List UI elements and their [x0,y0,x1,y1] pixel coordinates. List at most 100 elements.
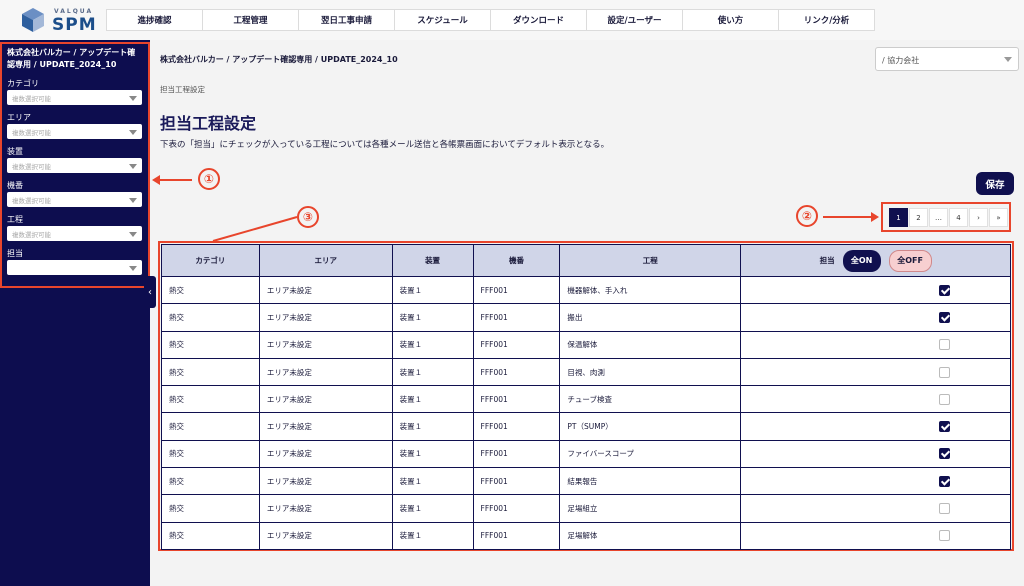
caret-down-icon [129,266,137,271]
filter-select-device[interactable]: 複数選択可能 [7,158,142,173]
table-row: 熱交 エリア未設定 装置１ FFF001 PT（SUMP） [161,412,1011,441]
assignee-header-label: 担当 [819,256,835,265]
assignee-checkbox[interactable] [939,448,951,460]
cell-area: エリア未設定 [258,331,393,359]
cell-category: 熱交 [161,331,260,359]
table-row: 熱交 エリア未設定 装置１ FFF001 機器解体、手入れ [161,276,1011,305]
column-header-category: カテゴリ [161,244,260,277]
column-header-assignee: 担当 全ON 全OFF [740,244,1011,277]
nav-item-process-management[interactable]: 工程管理 [203,10,299,30]
partner-company-select[interactable]: / 協力会社 [875,47,1019,71]
assignee-checkbox[interactable] [939,530,951,542]
partner-select-value: / 協力会社 [882,56,920,65]
cell-assignee [740,385,1011,414]
sub-breadcrumb: 担当工程設定 [160,85,205,94]
annotation-marker-2: ② [796,205,818,227]
assignee-checkbox[interactable] [939,311,951,323]
cell-machine: FFF001 [472,494,561,523]
caret-down-icon [129,164,137,169]
page-description: 下表の「担当」にチェックが入っている工程については各種メール送信と各帳票画面にお… [160,140,610,150]
sidebar-collapse-toggle[interactable]: ‹ [144,276,156,308]
filter-select-machine[interactable]: 複数選択可能 [7,192,142,207]
sidebar: 株式会社バルカー / アップデート確認専用 / UPDATE_2024_10 カ… [0,40,150,586]
cell-assignee [740,440,1011,469]
annotation-arrowhead-2 [871,212,879,222]
assignee-checkbox[interactable] [939,503,951,515]
cell-category: 熱交 [161,494,260,523]
breadcrumb: 株式会社バルカー / アップデート確認専用 / UPDATE_2024_10 [160,55,398,64]
sidebar-filter-panel: 株式会社バルカー / アップデート確認専用 / UPDATE_2024_10 カ… [0,42,150,288]
table-header-row: カテゴリ エリア 装置 機番 工程 担当 全ON 全OFF [161,244,1011,277]
all-on-button[interactable]: 全ON [842,249,881,272]
nav-item-progress[interactable]: 進捗確認 [107,10,203,30]
page-1-button[interactable]: 1 [889,208,908,227]
filter-placeholder: 複数選択可能 [12,95,51,103]
caret-down-icon [129,130,137,135]
cell-assignee [740,522,1011,550]
table-row: 熱交 エリア未設定 装置１ FFF001 足場解体 [161,522,1011,550]
cell-category: 熱交 [161,412,260,441]
cell-device: 装置１ [391,276,474,305]
table-row: 熱交 エリア未設定 装置１ FFF001 目視、肉測 [161,358,1011,387]
logo-brand-big: SPM [52,15,97,35]
cell-area: エリア未設定 [258,303,393,332]
save-button[interactable]: 保存 [976,172,1014,195]
cell-device: 装置１ [391,440,474,469]
cell-category: 熱交 [161,467,260,496]
cell-category: 熱交 [161,276,260,305]
annotation-marker-3: ③ [297,206,319,228]
logo-cube-icon [22,8,44,32]
cell-area: エリア未設定 [258,522,393,550]
filter-placeholder: 複数選択可能 [12,231,51,239]
cell-machine: FFF001 [472,385,561,414]
cell-assignee [740,358,1011,387]
cell-process: 搬出 [559,303,742,332]
assignee-checkbox[interactable] [939,366,951,378]
page-last-button[interactable]: » [989,208,1008,227]
assignee-checkbox[interactable] [939,284,951,296]
filter-placeholder: 複数選択可能 [12,129,51,137]
nav-item-download[interactable]: ダウンロード [491,10,587,30]
nav-item-links-analysis[interactable]: リンク/分析 [779,10,874,30]
cell-machine: FFF001 [472,467,561,496]
table-body: 熱交 エリア未設定 装置１ FFF001 機器解体、手入れ 熱交 エリア未設定 装置１ FFF0… [161,276,1011,550]
annotation-connector-3 [212,216,298,242]
annotation-marker-1: ① [198,168,220,190]
filter-label-device: 装置 [7,147,23,156]
filter-label-assignee: 担当 [7,249,23,258]
sidebar-title: 株式会社バルカー / アップデート確認専用 / UPDATE_2024_10 [7,48,136,69]
page-ellipsis: … [929,208,948,227]
filter-select-process[interactable]: 複数選択可能 [7,226,142,241]
assignee-checkbox[interactable] [939,339,951,351]
cell-category: 熱交 [161,522,260,550]
cell-process: PT（SUMP） [559,412,742,441]
table-row: 熱交 エリア未設定 装置１ FFF001 足場組立 [161,494,1011,523]
column-header-area: エリア [258,244,393,277]
nav-item-schedule[interactable]: スケジュール [395,10,491,30]
cell-area: エリア未設定 [258,467,393,496]
cell-machine: FFF001 [472,440,561,469]
cell-assignee [740,331,1011,359]
assignee-checkbox[interactable] [939,393,951,405]
page-2-button[interactable]: 2 [909,208,928,227]
assignee-checkbox[interactable] [939,475,951,487]
column-header-device: 装置 [391,244,474,277]
assignee-checkbox[interactable] [939,421,951,433]
all-off-button[interactable]: 全OFF [888,249,932,272]
nav-item-next-day-request[interactable]: 翌日工事申請 [299,10,395,30]
cell-process: チューブ検査 [559,385,742,414]
column-header-machine: 機番 [472,244,561,277]
nav-item-settings-users[interactable]: 設定/ユーザー [587,10,683,30]
nav-item-how-to-use[interactable]: 使い方 [683,10,779,30]
table-row: 熱交 エリア未設定 装置１ FFF001 保温解体 [161,331,1011,359]
filter-label-machine: 機番 [7,181,23,190]
cell-device: 装置１ [391,494,474,523]
cell-process: 保温解体 [559,331,742,359]
filter-select-assignee[interactable] [7,260,142,275]
page-4-button[interactable]: 4 [949,208,968,227]
cell-device: 装置１ [391,358,474,387]
page-next-button[interactable]: › [969,208,988,227]
cell-process: 足場解体 [559,522,742,550]
filter-select-area[interactable]: 複数選択可能 [7,124,142,139]
filter-select-category[interactable]: 複数選択可能 [7,90,142,105]
